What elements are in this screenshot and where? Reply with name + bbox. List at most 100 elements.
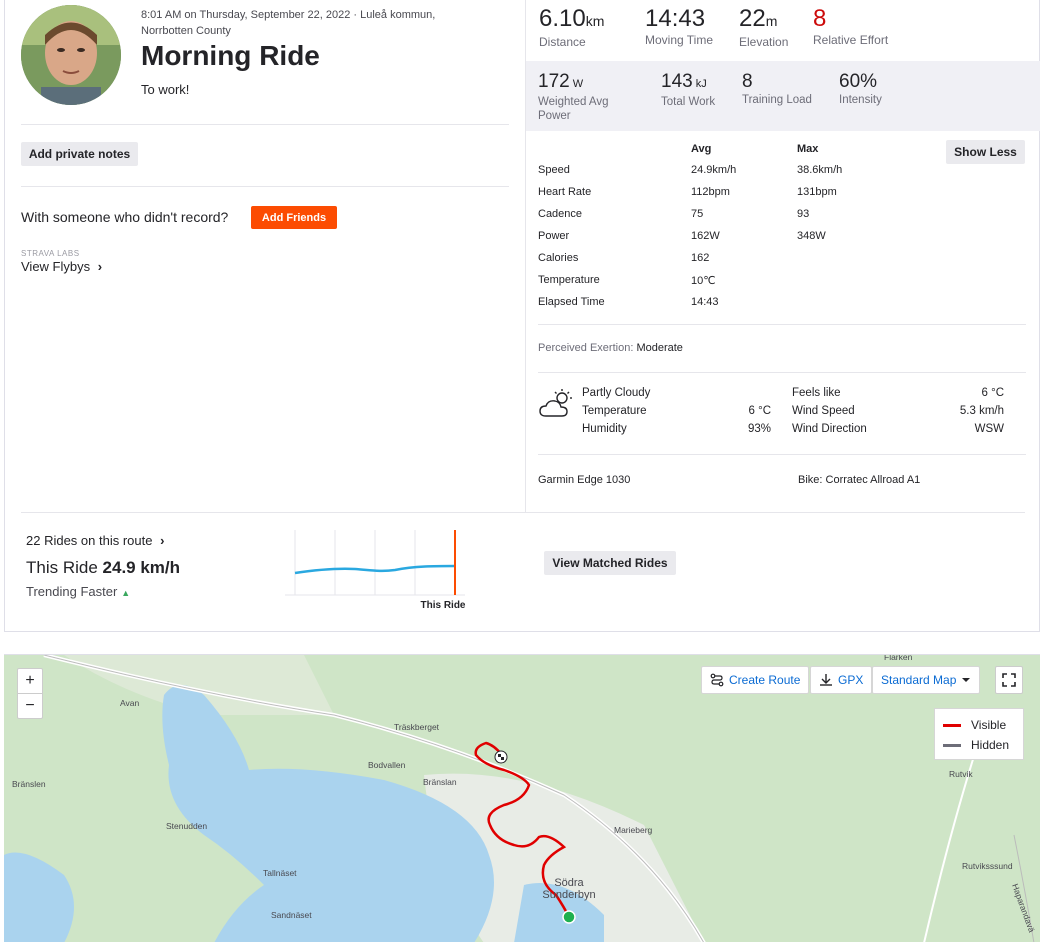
training-load-label: Training Load (742, 94, 812, 106)
activity-title: Morning Ride (141, 40, 320, 71)
intensity-value: 60% (839, 71, 878, 92)
weighted-power-value: 172 (538, 71, 570, 92)
map-label: Rutviksssund (962, 861, 1013, 871)
gear-bike[interactable]: Bike: Corratec Allroad A1 (798, 474, 920, 486)
map-canvas[interactable] (4, 655, 1040, 942)
map-label: Bränslan (423, 777, 457, 787)
weather-humidity-label: Humidity (582, 423, 627, 435)
fullscreen-icon (1002, 673, 1016, 687)
download-icon (820, 674, 832, 686)
perceived-exertion-label: Perceived Exertion: (538, 342, 634, 354)
stat-distance: 6.10km Distance (539, 5, 604, 49)
map-style-dropdown[interactable]: Standard Map (872, 666, 981, 694)
map-label: Södra Sunderbyn (542, 877, 596, 901)
detail-row-label: Heart Rate (538, 186, 592, 198)
detail-row-label: Calories (538, 252, 579, 264)
strava-labs-tag: STRAVA LABS (21, 249, 80, 258)
map-label: Rutvik (949, 769, 973, 779)
gear-device: Garmin Edge 1030 (538, 474, 631, 486)
activity-card: 8:01 AM on Thursday, September 22, 2022 … (4, 0, 1040, 632)
weighted-power-label: Weighted Avg Power (538, 96, 609, 122)
this-ride-marker-label: This Ride (420, 600, 466, 611)
map-label: Bränslen (12, 779, 46, 789)
stats-panel: 6.10km Distance 14:43 Moving Time 22m El… (525, 0, 1040, 512)
elevation-label: Elevation (739, 35, 789, 49)
rides-on-route-link[interactable]: 22 Rides on this route › (26, 533, 164, 548)
legend-hidden-label: Hidden (971, 738, 1010, 752)
chevron-right-icon: › (160, 533, 165, 548)
weather-temperature-value: 6 °C (748, 405, 772, 417)
map-label: Avan (120, 698, 140, 708)
total-work-label: Total Work (661, 96, 716, 108)
detail-row-max: 131bpm (797, 186, 837, 198)
detail-row-max: 93 (797, 208, 810, 220)
distance-value: 6.10 (539, 5, 586, 32)
route-map[interactable]: Flarken Avan Träskberget Bodvallen Bräns… (4, 654, 1040, 942)
divider (538, 454, 1026, 455)
stat-relative-effort[interactable]: 8 Relative Effort (813, 5, 888, 47)
trending-label: Trending Faster (26, 584, 118, 599)
show-less-button[interactable]: Show Less (946, 140, 1025, 164)
weather-humidity-value: 93% (747, 423, 771, 435)
avatar[interactable] (21, 5, 121, 105)
chevron-down-icon (962, 678, 971, 682)
view-matched-rides-button[interactable]: View Matched Rides (544, 551, 676, 575)
route-icon (710, 673, 724, 687)
map-label: Träskberget (394, 722, 440, 732)
this-ride-value: 24.9 km/h (102, 558, 181, 577)
map-legend: Visible Hidden (934, 708, 1024, 760)
create-route-label: Create Route (729, 673, 801, 687)
perceived-exertion-value: Moderate (636, 342, 683, 354)
weather-condition: Partly Cloudy (582, 387, 651, 399)
total-work-value: 143 (661, 71, 693, 92)
chevron-right-icon: › (97, 259, 103, 274)
intensity-label: Intensity (839, 94, 882, 106)
divider (21, 512, 1025, 513)
detail-row-avg: 24.9km/h (691, 164, 737, 176)
detail-row-avg: 112bpm (691, 186, 730, 198)
zoom-out-button[interactable]: − (17, 693, 43, 719)
total-work-unit: kJ (695, 78, 707, 90)
weather-wind-speed-value: 5.3 km/h (959, 405, 1004, 417)
view-flybys-label: View Flybys (21, 259, 91, 274)
detail-row-max: 38.6km/h (797, 164, 843, 176)
map-label: Bodvallen (368, 760, 406, 770)
weighted-power-unit: W (572, 78, 584, 90)
add-private-notes-button[interactable]: Add private notes (21, 142, 138, 166)
distance-unit: km (585, 13, 605, 29)
map-label: Tallnäset (263, 868, 297, 878)
map-label: Flarken (884, 654, 913, 662)
col-avg-header: Avg (691, 143, 712, 155)
partly-cloudy-icon (538, 388, 574, 425)
stat-moving-time: 14:43 Moving Time (645, 5, 713, 47)
activity-datetime: 8:01 AM on Thursday, September 22, 2022 … (141, 9, 436, 37)
gpx-export-button[interactable]: GPX (810, 666, 873, 694)
relative-effort-value: 8 (813, 5, 827, 32)
legend-hidden-swatch (943, 743, 961, 747)
create-route-button[interactable]: Create Route (701, 666, 810, 694)
elevation-unit: m (765, 13, 778, 29)
distance-label: Distance (539, 35, 586, 49)
detail-row-avg: 75 (691, 208, 704, 220)
route-trend-chart[interactable] (285, 530, 465, 600)
zoom-in-button[interactable]: + (17, 668, 43, 694)
add-friends-button[interactable]: Add Friends (251, 206, 337, 229)
stat-total-work: 143 kJ Total Work (661, 71, 715, 109)
detail-row-label: Cadence (538, 208, 583, 220)
fullscreen-button[interactable] (995, 666, 1023, 694)
divider (538, 372, 1026, 373)
divider (21, 186, 509, 187)
moving-time-label: Moving Time (645, 33, 714, 47)
legend-visible-swatch (943, 723, 961, 727)
view-flybys-link[interactable]: View Flybys › (21, 259, 102, 274)
power-band: 172 W Weighted Avg Power 143 kJ Total Work… (526, 61, 1040, 131)
detail-row-avg: 162 (691, 252, 710, 264)
detail-row-max: 348W (797, 230, 826, 242)
weather-wind-direction-value: WSW (974, 423, 1004, 435)
activity-description: To work! (141, 82, 190, 97)
detail-row-label: Temperature (538, 274, 600, 286)
route-finish-marker (494, 750, 508, 764)
stat-weighted-power: 172 W Weighted Avg Power (538, 71, 638, 123)
training-load-value: 8 (742, 71, 753, 92)
weather-wind-direction-label: Wind Direction (792, 423, 867, 435)
